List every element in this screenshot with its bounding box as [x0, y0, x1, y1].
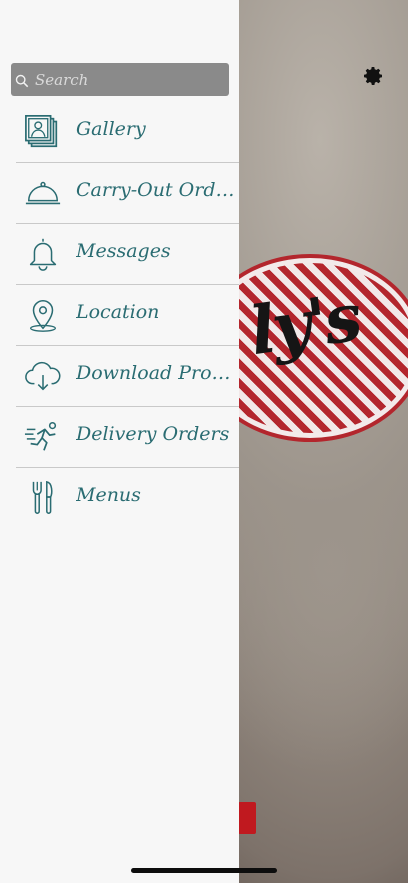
menu-item-label: Carry-Out Orders — [76, 179, 236, 201]
cloud-download-icon — [25, 361, 61, 391]
gallery-icon — [25, 114, 58, 148]
search-bar[interactable] — [11, 63, 229, 96]
menu-item-gallery[interactable]: Gallery — [16, 102, 239, 163]
menu-item-download-promos[interactable]: Download Prom... — [16, 346, 239, 407]
location-pin-icon — [29, 299, 57, 332]
menu-item-location[interactable]: Location — [16, 285, 239, 346]
delivery-runner-icon — [24, 421, 57, 451]
menu-item-label: Gallery — [76, 118, 146, 140]
menu-item-label: Menus — [76, 484, 141, 506]
home-indicator[interactable] — [131, 868, 277, 873]
menu-item-label: Messages — [76, 240, 171, 262]
menu-item-delivery-orders[interactable]: Delivery Orders — [16, 407, 239, 468]
restaurant-logo-text: ly's — [245, 277, 364, 371]
bell-icon — [29, 238, 57, 271]
menu-item-messages[interactable]: Messages — [16, 224, 239, 285]
drawer-menu: Gallery Carry-Out Orders Messages Locati… — [0, 102, 239, 528]
menu-item-label: Download Prom... — [76, 362, 236, 384]
search-icon — [15, 74, 29, 88]
menu-item-menus[interactable]: Menus — [16, 468, 239, 528]
background-red-button — [238, 802, 256, 834]
search-input[interactable] — [33, 69, 217, 90]
menu-item-carry-out-orders[interactable]: Carry-Out Orders — [16, 163, 239, 224]
cloche-icon — [25, 181, 61, 205]
menu-item-label: Delivery Orders — [76, 423, 230, 445]
menu-item-label: Location — [76, 301, 160, 323]
navigation-drawer: Gallery Carry-Out Orders Messages — [0, 0, 239, 883]
fork-knife-icon — [32, 480, 53, 514]
settings-gear-icon[interactable] — [361, 64, 385, 88]
